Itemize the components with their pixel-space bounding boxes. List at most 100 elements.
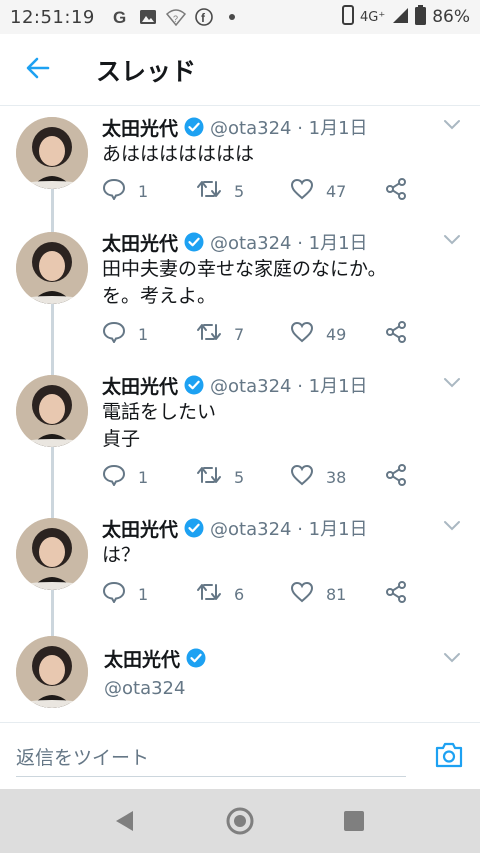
heart-icon <box>290 581 314 607</box>
tweet[interactable]: 太田光代 @ota324 · 1月1日 は？ 1 6 81 <box>0 518 480 636</box>
verified-badge-icon <box>184 375 204 395</box>
reply-icon <box>102 178 126 204</box>
chevron-down-icon[interactable] <box>442 650 462 664</box>
avatar[interactable] <box>16 232 88 304</box>
chevron-down-icon[interactable] <box>442 117 462 131</box>
reply-count: 1 <box>138 324 149 344</box>
tweet[interactable]: 太田光代 @ota324 · 1月1日 電話をしたい 貞子 1 5 38 <box>0 375 480 518</box>
author-handle-date[interactable]: @ota324 · 1月1日 <box>210 372 368 398</box>
heart-icon <box>290 464 314 490</box>
like-button[interactable]: 81 <box>290 581 346 607</box>
tweet-text-line: 電話をしたい <box>102 401 217 423</box>
retweet-button[interactable]: 5 <box>196 465 244 489</box>
tweet-text: あははははははは <box>102 141 464 168</box>
reply-button[interactable]: 1 <box>102 178 148 204</box>
retweet-count: 5 <box>234 467 245 487</box>
tweet-text-line: は？ <box>102 544 141 566</box>
back-triangle-icon[interactable] <box>108 805 140 837</box>
back-button[interactable] <box>0 34 76 106</box>
like-count: 49 <box>326 324 347 344</box>
reply-icon <box>102 321 126 347</box>
tweet-text-line: を。考えよ。 <box>102 285 217 307</box>
tweet-text: は？ <box>102 542 464 569</box>
tweet-actions: 1 6 81 <box>102 580 422 608</box>
reply-button[interactable]: 1 <box>102 464 148 490</box>
share-button[interactable] <box>384 177 408 205</box>
like-button[interactable]: 47 <box>290 178 346 204</box>
retweet-icon <box>196 179 222 203</box>
retweet-button[interactable]: 5 <box>196 179 244 203</box>
like-button[interactable]: 49 <box>290 321 346 347</box>
arrow-left-icon <box>26 57 50 83</box>
verified-badge-icon <box>184 117 204 137</box>
svg-text:?: ? <box>173 14 178 24</box>
wifi-question-icon: ? <box>165 6 187 28</box>
share-button[interactable] <box>384 320 408 348</box>
share-button[interactable] <box>384 580 408 608</box>
tweet-actions: 1 5 38 <box>102 463 422 491</box>
chevron-down-icon[interactable] <box>442 232 462 246</box>
retweet-count: 5 <box>234 181 245 201</box>
reply-icon <box>102 581 126 607</box>
reply-bar: 返信をツイート <box>0 722 480 788</box>
camera-icon[interactable] <box>434 741 464 771</box>
verified-badge-icon <box>186 648 206 668</box>
chevron-down-icon[interactable] <box>442 375 462 389</box>
author-name[interactable]: 太田光代 <box>104 645 180 672</box>
author-handle-date[interactable]: @ota324 · 1月1日 <box>210 229 368 255</box>
like-button[interactable]: 38 <box>290 464 346 490</box>
signal-4g-icon <box>391 6 409 28</box>
avatar[interactable] <box>16 117 88 189</box>
reply-input[interactable]: 返信をツイート <box>16 737 406 777</box>
phone-icon <box>341 5 354 29</box>
retweet-icon <box>196 465 222 489</box>
author-handle-date[interactable]: @ota324 · 1月1日 <box>210 114 368 140</box>
heart-icon <box>290 321 314 347</box>
share-button[interactable] <box>384 463 408 491</box>
retweet-button[interactable]: 7 <box>196 322 244 346</box>
recents-square-icon[interactable] <box>338 805 370 837</box>
tweet-actions: 1 5 47 <box>102 177 422 205</box>
dot-icon <box>221 6 243 28</box>
tweet[interactable]: 太田光代 @ota324 · 1月1日 あははははははは 1 5 47 <box>0 107 480 232</box>
like-count: 38 <box>326 467 347 487</box>
reply-count: 1 <box>138 467 149 487</box>
reply-button[interactable]: 1 <box>102 581 148 607</box>
avatar[interactable] <box>16 636 88 708</box>
author-name[interactable]: 太田光代 <box>102 229 178 256</box>
avatar[interactable] <box>16 518 88 590</box>
svg-text:f: f <box>201 11 206 25</box>
thread-list[interactable]: 太田光代 @ota324 · 1月1日 あははははははは 1 5 47 太田光代… <box>0 107 480 720</box>
network-type: 4G⁺ <box>359 9 386 25</box>
retweet-button[interactable]: 6 <box>196 582 244 606</box>
author-name[interactable]: 太田光代 <box>102 515 178 542</box>
author-handle-date[interactable]: @ota324 · 1月1日 <box>210 515 368 541</box>
status-bar: 12:51:19 G ? f 4G⁺ 86% <box>0 0 480 34</box>
google-icon: G <box>109 6 131 28</box>
battery-percent: 86% <box>432 7 470 27</box>
main-tweet-author[interactable]: 太田光代 @ota324 <box>0 636 480 720</box>
battery-icon <box>415 5 427 29</box>
retweet-icon <box>196 582 222 606</box>
retweet-count: 6 <box>234 584 245 604</box>
image-icon <box>137 6 159 28</box>
share-icon <box>384 580 408 608</box>
author-handle[interactable]: @ota324 <box>104 678 464 699</box>
status-time: 12:51:19 <box>10 6 95 28</box>
svg-text:G: G <box>113 8 126 26</box>
share-icon <box>384 177 408 205</box>
author-name[interactable]: 太田光代 <box>102 372 178 399</box>
reply-icon <box>102 464 126 490</box>
tweet-text-line: 田中夫妻の幸せな家庭のなにか。 <box>102 258 387 280</box>
tweet[interactable]: 太田光代 @ota324 · 1月1日 田中夫妻の幸せな家庭のなにか。 を。考え… <box>0 232 480 375</box>
reply-button[interactable]: 1 <box>102 321 148 347</box>
home-circle-icon[interactable] <box>224 805 256 837</box>
retweet-icon <box>196 322 222 346</box>
author-name[interactable]: 太田光代 <box>102 114 178 141</box>
avatar[interactable] <box>16 375 88 447</box>
like-count: 81 <box>326 584 347 604</box>
verified-badge-icon <box>184 518 204 538</box>
app-header: スレッド <box>0 34 480 106</box>
chevron-down-icon[interactable] <box>442 518 462 532</box>
tweet-actions: 1 7 49 <box>102 320 422 348</box>
